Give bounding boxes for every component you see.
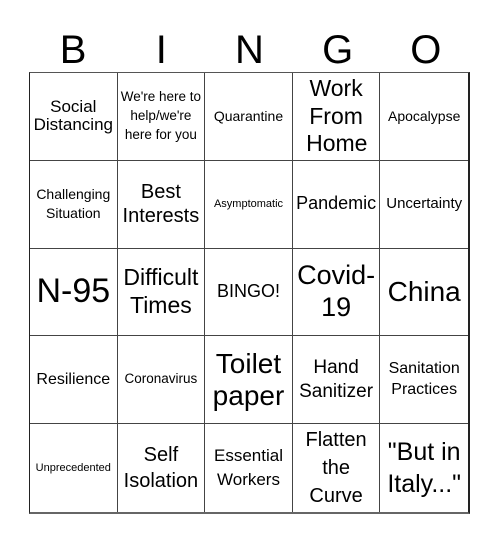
cell-text: N-95: [36, 272, 111, 311]
bingo-cell[interactable]: Uncertainty: [380, 161, 468, 249]
cell-text: Coronavirus: [124, 371, 198, 387]
cell-text: "But in Italy...": [387, 437, 462, 499]
header-letter-o: O: [410, 28, 442, 72]
cell-text: Self Isolation: [123, 444, 199, 493]
bingo-cell[interactable]: Resilience: [30, 336, 118, 425]
cell-text: Social Distancing: [33, 96, 113, 135]
bingo-cell[interactable]: Social Distancing: [30, 73, 118, 161]
cell-text: Asymptomatic: [213, 198, 284, 211]
cell-text: Work From Home: [306, 75, 368, 157]
bingo-cell[interactable]: Flatten the Curve: [293, 424, 381, 512]
cell-text: Flatten the Curve: [305, 429, 367, 508]
bingo-cell[interactable]: "But in Italy...": [380, 424, 468, 512]
bingo-cell[interactable]: Sanitation Practices: [380, 336, 468, 425]
cell-text: We're here to help/we're here for you: [120, 89, 202, 142]
bingo-cell[interactable]: Unprecedented: [30, 424, 118, 512]
cell-text: Pandemic: [296, 193, 377, 214]
cell-text: Toilet paper: [212, 347, 285, 411]
bingo-cell[interactable]: N-95: [30, 248, 118, 337]
free-space-text: BINGO!: [216, 281, 280, 302]
bingo-cell[interactable]: Hand Sanitizer: [292, 336, 381, 425]
bingo-cell[interactable]: Best Interests: [117, 160, 206, 249]
cell-text: Essential Workers: [214, 446, 283, 490]
bingo-cell[interactable]: China: [380, 249, 468, 337]
bingo-cell[interactable]: Quarantine: [205, 73, 293, 161]
bingo-board: Social Distancing We're here to help/we'…: [29, 72, 470, 514]
bingo-cell[interactable]: Asymptomatic: [205, 160, 293, 249]
cell-text: Sanitation Practices: [388, 359, 460, 398]
bingo-cell[interactable]: Work From Home: [292, 73, 381, 161]
cell-text: Challenging Situation: [36, 186, 111, 222]
header-letter-g: G: [322, 28, 354, 72]
bingo-cell[interactable]: Self Isolation: [118, 424, 206, 512]
cell-text: Apocalypse: [387, 107, 461, 124]
bingo-cell[interactable]: Challenging Situation: [30, 160, 118, 249]
bingo-cell[interactable]: Coronavirus: [117, 336, 206, 425]
bingo-header: B I N G O: [29, 28, 470, 72]
bingo-cell[interactable]: Toilet paper: [205, 336, 293, 425]
cell-text: Resilience: [36, 370, 111, 388]
cell-text: Quarantine: [213, 107, 284, 124]
header-letter-i: I: [155, 28, 167, 72]
cell-text: China: [387, 275, 461, 307]
bingo-cell[interactable]: Covid-19: [292, 248, 381, 337]
cell-text: Difficult Times: [123, 264, 199, 318]
cell-text: Uncertainty: [386, 194, 463, 212]
bingo-cell[interactable]: Apocalypse: [380, 73, 468, 161]
bingo-cell[interactable]: We're here to help/we're here for you: [117, 73, 206, 161]
bingo-cell[interactable]: Difficult Times: [117, 248, 206, 337]
bingo-cell[interactable]: Pandemic: [292, 160, 381, 249]
cell-text: Hand Sanitizer: [299, 357, 374, 402]
cell-text: Best Interests: [122, 181, 200, 228]
bingo-cell[interactable]: Essential Workers: [205, 424, 293, 512]
cell-text: Unprecedented: [35, 462, 111, 475]
header-letter-n: N: [235, 28, 264, 72]
cell-text: Covid-19: [297, 260, 376, 322]
bingo-cell[interactable]: BINGO!: [205, 248, 293, 337]
header-letter-b: B: [59, 28, 87, 72]
